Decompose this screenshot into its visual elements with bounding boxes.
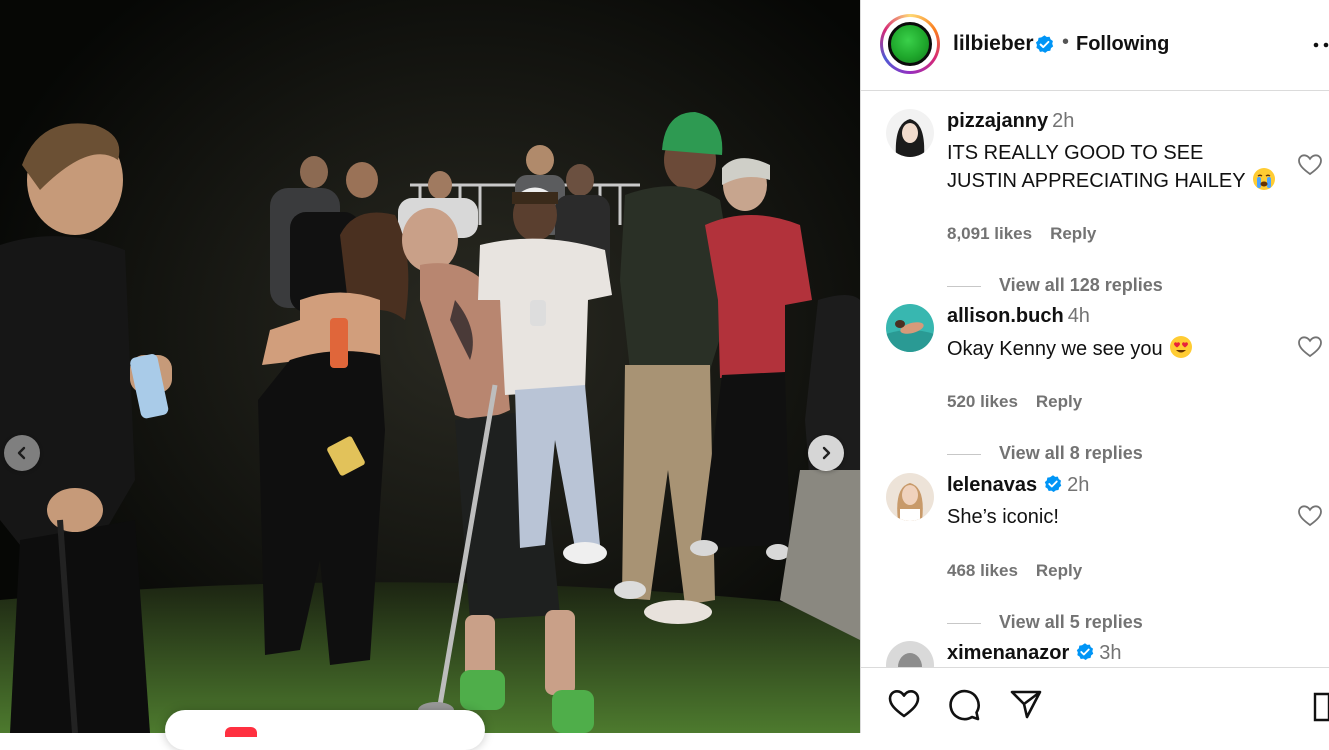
- comment-like-heart-icon[interactable]: [1297, 504, 1323, 528]
- messages-dock[interactable]: [165, 710, 485, 750]
- share-icon[interactable]: [1009, 688, 1043, 720]
- crying-face-emoji-icon: [1252, 168, 1275, 190]
- view-replies-button[interactable]: View all 8 replies: [947, 443, 1143, 464]
- comment-username[interactable]: pizzajanny: [947, 110, 1048, 132]
- comment-icon[interactable]: [947, 688, 981, 722]
- header-dot-separator: •: [1062, 31, 1070, 53]
- comment-like-heart-icon[interactable]: [1297, 153, 1323, 177]
- commenter-avatar[interactable]: [886, 473, 934, 521]
- owner-story-ring[interactable]: [880, 14, 940, 74]
- comments-list: pizzajanny 2h ITS REALLY GOOD TO SEE JUST…: [861, 91, 1329, 667]
- post-action-bar: [861, 667, 1329, 734]
- owner-avatar: [888, 22, 932, 66]
- commenter-avatar[interactable]: [886, 109, 934, 157]
- notification-badge: [225, 727, 257, 737]
- comment-text: Okay Kenny we see you: [947, 335, 1277, 363]
- comment-timestamp: 3h: [1099, 642, 1122, 664]
- following-button[interactable]: Following: [1076, 33, 1169, 56]
- heart-eyes-emoji-icon: [1169, 336, 1192, 358]
- post-photo: [0, 0, 860, 733]
- commenter-avatar[interactable]: [886, 641, 934, 667]
- carousel-previous-button[interactable]: [4, 435, 40, 471]
- comment-likes-count[interactable]: 520 likes: [947, 392, 1018, 411]
- carousel-next-button[interactable]: [808, 435, 844, 471]
- comments-panel: lilbieber • Following pizzajanny 2h ITS …: [861, 0, 1329, 733]
- party-photo-illustration: [0, 0, 860, 733]
- comment-like-heart-icon[interactable]: [1297, 335, 1323, 359]
- chevron-left-icon: [17, 446, 26, 460]
- verified-badge-icon: [1077, 642, 1094, 660]
- comment-reply-button[interactable]: Reply: [1036, 561, 1082, 580]
- comment-username[interactable]: allison.buch: [947, 305, 1064, 327]
- comment-likes-count[interactable]: 468 likes: [947, 561, 1018, 580]
- view-replies-button[interactable]: View all 128 replies: [947, 275, 1163, 296]
- bookmark-icon[interactable]: [1313, 692, 1329, 722]
- verified-badge-icon: [1035, 35, 1054, 53]
- comment-timestamp: 2h: [1052, 110, 1075, 132]
- chevron-right-icon: [822, 446, 831, 460]
- comment-reply-button[interactable]: Reply: [1050, 224, 1096, 243]
- comment-reply-button[interactable]: Reply: [1036, 392, 1082, 411]
- comment-username[interactable]: lelenavas: [947, 474, 1037, 496]
- view-replies-button[interactable]: View all 5 replies: [947, 612, 1143, 633]
- comment-timestamp: 2h: [1067, 474, 1090, 496]
- comment-text: She’s iconic!: [947, 506, 1059, 528]
- comment-likes-count[interactable]: 8,091 likes: [947, 224, 1032, 243]
- heart-icon[interactable]: [887, 688, 921, 720]
- comment-text: ITS REALLY GOOD TO SEE JUSTIN APPRECIATI…: [947, 140, 1277, 195]
- comment-timestamp: 4h: [1067, 305, 1090, 327]
- owner-username[interactable]: lilbieber: [953, 32, 1034, 56]
- post-header: lilbieber • Following: [861, 0, 1329, 91]
- more-options-icon[interactable]: [1313, 35, 1329, 55]
- verified-badge-icon: [1044, 474, 1062, 492]
- comment-username[interactable]: ximenanazor: [947, 642, 1069, 664]
- commenter-avatar[interactable]: [886, 304, 934, 352]
